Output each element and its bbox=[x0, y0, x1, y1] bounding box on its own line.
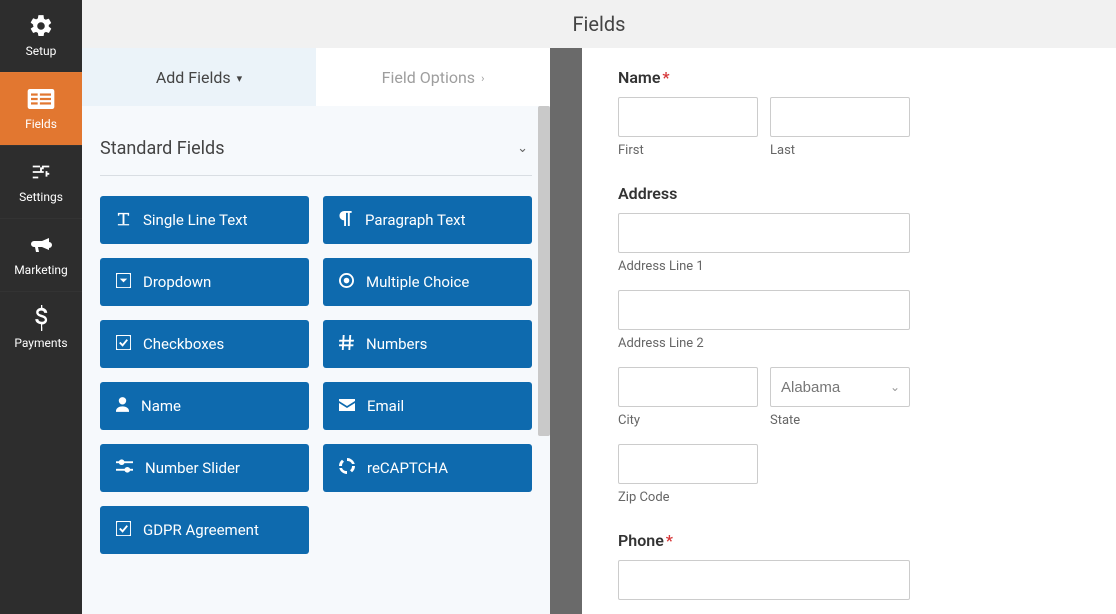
address-line2-input[interactable] bbox=[618, 290, 910, 330]
panel-divider bbox=[550, 48, 582, 614]
field-numbers[interactable]: Numbers bbox=[323, 320, 532, 368]
field-multiple-choice[interactable]: Multiple Choice bbox=[323, 258, 532, 306]
label-text: Name bbox=[618, 68, 660, 87]
address-line1-sublabel: Address Line 1 bbox=[618, 259, 910, 274]
sidebar-item-label: Marketing bbox=[4, 263, 78, 277]
check-square-icon bbox=[116, 335, 131, 354]
caret-square-icon bbox=[116, 273, 131, 292]
preview-field-name[interactable]: Name* First Last bbox=[618, 68, 1076, 158]
label-text: Phone bbox=[618, 531, 664, 550]
field-label: Name bbox=[141, 397, 181, 415]
address-line1-input[interactable] bbox=[618, 213, 910, 253]
field-label: Number Slider bbox=[145, 459, 240, 477]
sidebar-item-label: Payments bbox=[4, 336, 78, 350]
state-select[interactable]: Alabama bbox=[770, 367, 910, 407]
sidebar-item-label: Settings bbox=[4, 190, 78, 204]
city-input[interactable] bbox=[618, 367, 758, 407]
group-title: Standard Fields bbox=[100, 138, 225, 159]
paragraph-icon bbox=[339, 211, 353, 230]
field-dropdown[interactable]: Dropdown bbox=[100, 258, 309, 306]
phone-input[interactable] bbox=[618, 560, 910, 600]
builder-panel: Fields Add Fields ▾ Field Options › Stan… bbox=[82, 0, 550, 614]
zip-input[interactable] bbox=[618, 444, 758, 484]
field-checkboxes[interactable]: Checkboxes bbox=[100, 320, 309, 368]
group-standard-fields[interactable]: Standard Fields ⌄ bbox=[100, 128, 532, 176]
required-asterisk: * bbox=[662, 68, 669, 87]
field-label: Dropdown bbox=[143, 273, 211, 291]
field-label: Numbers bbox=[366, 335, 427, 353]
zip-sublabel: Zip Code bbox=[618, 490, 758, 505]
field-number-slider[interactable]: Number Slider bbox=[100, 444, 309, 492]
fields-scroll-area: Standard Fields ⌄ Single Line Text Parag… bbox=[82, 106, 550, 614]
chevron-right-icon: › bbox=[481, 72, 484, 85]
city-sublabel: City bbox=[618, 413, 758, 428]
user-icon bbox=[116, 397, 129, 416]
field-label: Single Line Text bbox=[143, 211, 248, 229]
sidebar-item-settings[interactable]: Settings bbox=[0, 145, 82, 218]
tab-field-options[interactable]: Field Options › bbox=[316, 48, 550, 106]
sidebar-item-label: Setup bbox=[4, 44, 78, 58]
radio-icon bbox=[339, 273, 354, 292]
preview-field-phone[interactable]: Phone* bbox=[618, 531, 1076, 600]
field-gdpr-agreement[interactable]: GDPR Agreement bbox=[100, 506, 309, 554]
sidebar-item-setup[interactable]: Setup bbox=[0, 0, 82, 72]
chevron-down-icon: ▾ bbox=[237, 72, 243, 85]
field-paragraph-text[interactable]: Paragraph Text bbox=[323, 196, 532, 244]
dollar-icon bbox=[4, 304, 78, 332]
chevron-down-icon: ⌄ bbox=[517, 141, 528, 156]
field-label: GDPR Agreement bbox=[143, 521, 259, 539]
field-label: reCAPTCHA bbox=[367, 459, 448, 477]
first-name-input[interactable] bbox=[618, 97, 758, 137]
field-name[interactable]: Name bbox=[100, 382, 309, 430]
field-label: Multiple Choice bbox=[366, 273, 469, 291]
bullhorn-icon bbox=[4, 231, 78, 259]
hash-icon bbox=[339, 335, 354, 354]
form-preview: Name* First Last Address Address Line 1 bbox=[582, 48, 1116, 614]
field-email[interactable]: Email bbox=[323, 382, 532, 430]
last-name-input[interactable] bbox=[770, 97, 910, 137]
page-title: Fields bbox=[82, 0, 1116, 48]
panel-tabs: Add Fields ▾ Field Options › bbox=[82, 48, 550, 106]
sidebar-item-payments[interactable]: Payments bbox=[0, 291, 82, 364]
field-recaptcha[interactable]: reCAPTCHA bbox=[323, 444, 532, 492]
address-line2-sublabel: Address Line 2 bbox=[618, 336, 910, 351]
slider-icon bbox=[116, 459, 133, 477]
text-icon bbox=[116, 211, 131, 230]
standard-field-grid: Single Line Text Paragraph Text Dropdown… bbox=[100, 196, 532, 554]
phone-label: Phone* bbox=[618, 531, 1076, 550]
primary-sidebar: Setup Fields Settings Marketing Payments bbox=[0, 0, 82, 614]
sidebar-item-label: Fields bbox=[4, 117, 78, 131]
last-sublabel: Last bbox=[770, 143, 910, 158]
sidebar-item-marketing[interactable]: Marketing bbox=[0, 218, 82, 291]
sidebar-item-fields[interactable]: Fields bbox=[0, 72, 82, 145]
envelope-icon bbox=[339, 397, 355, 415]
recaptcha-icon bbox=[339, 458, 355, 478]
gear-icon bbox=[4, 12, 78, 40]
field-label: Checkboxes bbox=[143, 335, 224, 353]
list-icon bbox=[4, 85, 78, 113]
first-sublabel: First bbox=[618, 143, 758, 158]
name-label: Name* bbox=[618, 68, 1076, 87]
tab-label: Add Fields bbox=[156, 68, 231, 87]
required-asterisk: * bbox=[666, 531, 673, 550]
address-label: Address bbox=[618, 184, 1076, 203]
field-single-line-text[interactable]: Single Line Text bbox=[100, 196, 309, 244]
preview-field-address[interactable]: Address Address Line 1 Address Line 2 Ci… bbox=[618, 184, 1076, 505]
scrollbar[interactable] bbox=[538, 106, 550, 436]
tab-add-fields[interactable]: Add Fields ▾ bbox=[82, 48, 316, 106]
check-square-icon bbox=[116, 521, 131, 540]
field-label: Paragraph Text bbox=[365, 211, 466, 229]
state-sublabel: State bbox=[770, 413, 910, 428]
tab-label: Field Options bbox=[382, 68, 475, 87]
field-label: Email bbox=[367, 397, 404, 415]
sliders-icon bbox=[4, 158, 78, 186]
